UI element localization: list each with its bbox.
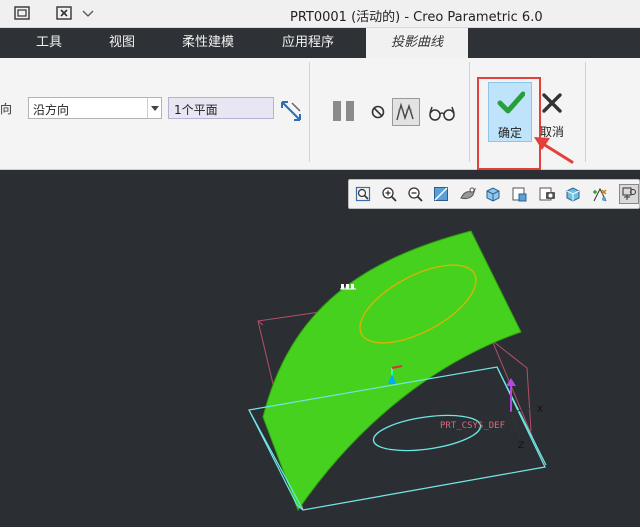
creo-window: PRT0001 (活动的) - Creo Parametric 6.0 工具 视… <box>0 0 640 527</box>
direction-dropdown-value: 沿方向 <box>33 103 70 117</box>
close-icon <box>541 92 563 118</box>
ribbon-separator <box>585 62 586 162</box>
pause-icon[interactable] <box>331 99 357 127</box>
title-bar: PRT0001 (活动的) - Creo Parametric 6.0 <box>0 0 640 28</box>
graphics-viewport[interactable]: PRT_CSYS_DEF X Z <box>0 170 640 527</box>
coordinate-system: X Z <box>506 378 543 451</box>
geometry-preview-icon[interactable] <box>392 98 420 130</box>
datum-tag <box>340 284 356 290</box>
verify-mode-glasses-icon[interactable] <box>428 104 456 126</box>
close-window-icon[interactable] <box>56 5 72 21</box>
tab-tools[interactable]: 工具 <box>22 28 76 58</box>
no-preview-icon[interactable] <box>370 104 386 124</box>
axis-x-label: X <box>537 405 543 415</box>
flip-direction-icon[interactable] <box>279 98 303 128</box>
axis-z-label: Z <box>518 441 524 451</box>
model-scene: PRT_CSYS_DEF X Z <box>248 230 547 512</box>
plane-collector-value: 1个平面 <box>174 103 218 117</box>
direction-dropdown[interactable]: 沿方向 <box>28 97 162 119</box>
tab-flexible-modeling[interactable]: 柔性建模 <box>168 28 248 58</box>
direction-label: 向 <box>0 102 13 116</box>
window-layout-icon[interactable] <box>14 5 30 21</box>
tab-view[interactable]: 视图 <box>95 28 149 58</box>
csys-label: PRT_CSYS_DEF <box>440 421 505 431</box>
ok-button-label: 确定 <box>497 126 522 140</box>
tab-projected-curve[interactable]: 投影曲线 <box>366 28 468 58</box>
ok-button[interactable]: 确定 <box>488 82 532 142</box>
quick-access-dropdown-icon[interactable] <box>80 5 96 21</box>
sketch-curve <box>372 414 482 452</box>
plane-collector-field[interactable]: 1个平面 <box>168 97 274 119</box>
checkmark-icon <box>497 89 526 121</box>
window-title: PRT0001 (活动的) - Creo Parametric 6.0 <box>290 10 543 25</box>
annotation-arrow <box>534 137 574 164</box>
chevron-down-icon[interactable] <box>147 98 161 118</box>
ribbon-separator <box>309 62 310 162</box>
ribbon-tab-bar: 工具 视图 柔性建模 应用程序 投影曲线 <box>0 28 640 58</box>
ribbon-separator <box>469 62 470 162</box>
tab-applications[interactable]: 应用程序 <box>268 28 348 58</box>
